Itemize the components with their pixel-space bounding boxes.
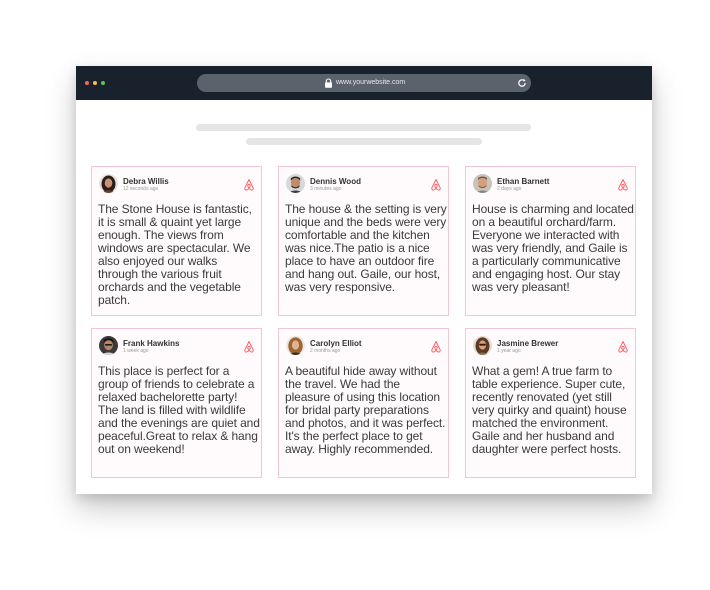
avatar (286, 174, 305, 193)
review-time: 2 months ago (310, 348, 341, 354)
review-time: 2 days ago (497, 186, 522, 192)
avatar (99, 174, 118, 193)
lock-icon (325, 78, 332, 88)
review-card: Dennis Wood 3 minutes ago The house & th… (278, 166, 449, 316)
address-bar[interactable]: www.yourwebsite.com (197, 74, 531, 92)
review-card: Ethan Barnett 2 days ago House is charmi… (465, 166, 636, 316)
minimize-window-button[interactable] (93, 81, 97, 85)
url-text: www.yourwebsite.com (336, 79, 406, 86)
review-text: A beautiful hide away without the travel… (285, 364, 446, 456)
review-text: The Stone House is fantastic, it is smal… (98, 202, 252, 307)
browser-window: www.yourwebsite.com Debra Willis 12 seco… (76, 66, 652, 494)
browser-titlebar: www.yourwebsite.com (76, 66, 652, 100)
review-text: The house & the setting is very unique a… (285, 202, 447, 294)
avatar (473, 336, 492, 355)
maximize-window-button[interactable] (101, 81, 105, 85)
airbnb-icon[interactable] (430, 340, 442, 353)
review-card: Carolyn Elliot 2 months ago A beautiful … (278, 328, 449, 478)
review-time: 12 seconds ago (123, 186, 159, 192)
header-placeholder-bar (196, 124, 531, 131)
reload-icon[interactable] (517, 78, 527, 88)
review-time: 1 week ago (123, 348, 149, 354)
review-card: Debra Willis 12 seconds ago The Stone Ho… (91, 166, 262, 316)
review-time: 3 minutes ago (310, 186, 342, 192)
airbnb-icon[interactable] (617, 178, 629, 191)
review-text: What a gem! A true farm to table experie… (472, 364, 627, 456)
reviewer-name: Dennis Wood (310, 177, 361, 186)
reviewer-name: Debra Willis (123, 177, 169, 186)
avatar (473, 174, 492, 193)
avatar (286, 336, 305, 355)
review-text: House is charming and located on a beaut… (472, 202, 634, 294)
airbnb-icon[interactable] (430, 178, 442, 191)
reviewer-name: Ethan Barnett (497, 177, 550, 186)
subheader-placeholder-bar (246, 138, 482, 145)
airbnb-icon[interactable] (243, 340, 255, 353)
airbnb-icon[interactable] (243, 178, 255, 191)
review-text: This place is perfect for a group of fri… (98, 364, 260, 456)
avatar (99, 336, 118, 355)
reviewer-name: Carolyn Elliot (310, 339, 362, 348)
reviewer-name: Jasmine Brewer (497, 339, 559, 348)
reviewer-name: Frank Hawkins (123, 339, 180, 348)
close-window-button[interactable] (85, 81, 89, 85)
review-card: Jasmine Brewer 1 year ago What a gem! A … (465, 328, 636, 478)
review-card: Frank Hawkins 1 week ago This place is p… (91, 328, 262, 478)
airbnb-icon[interactable] (617, 340, 629, 353)
review-time: 1 year ago (497, 348, 521, 354)
